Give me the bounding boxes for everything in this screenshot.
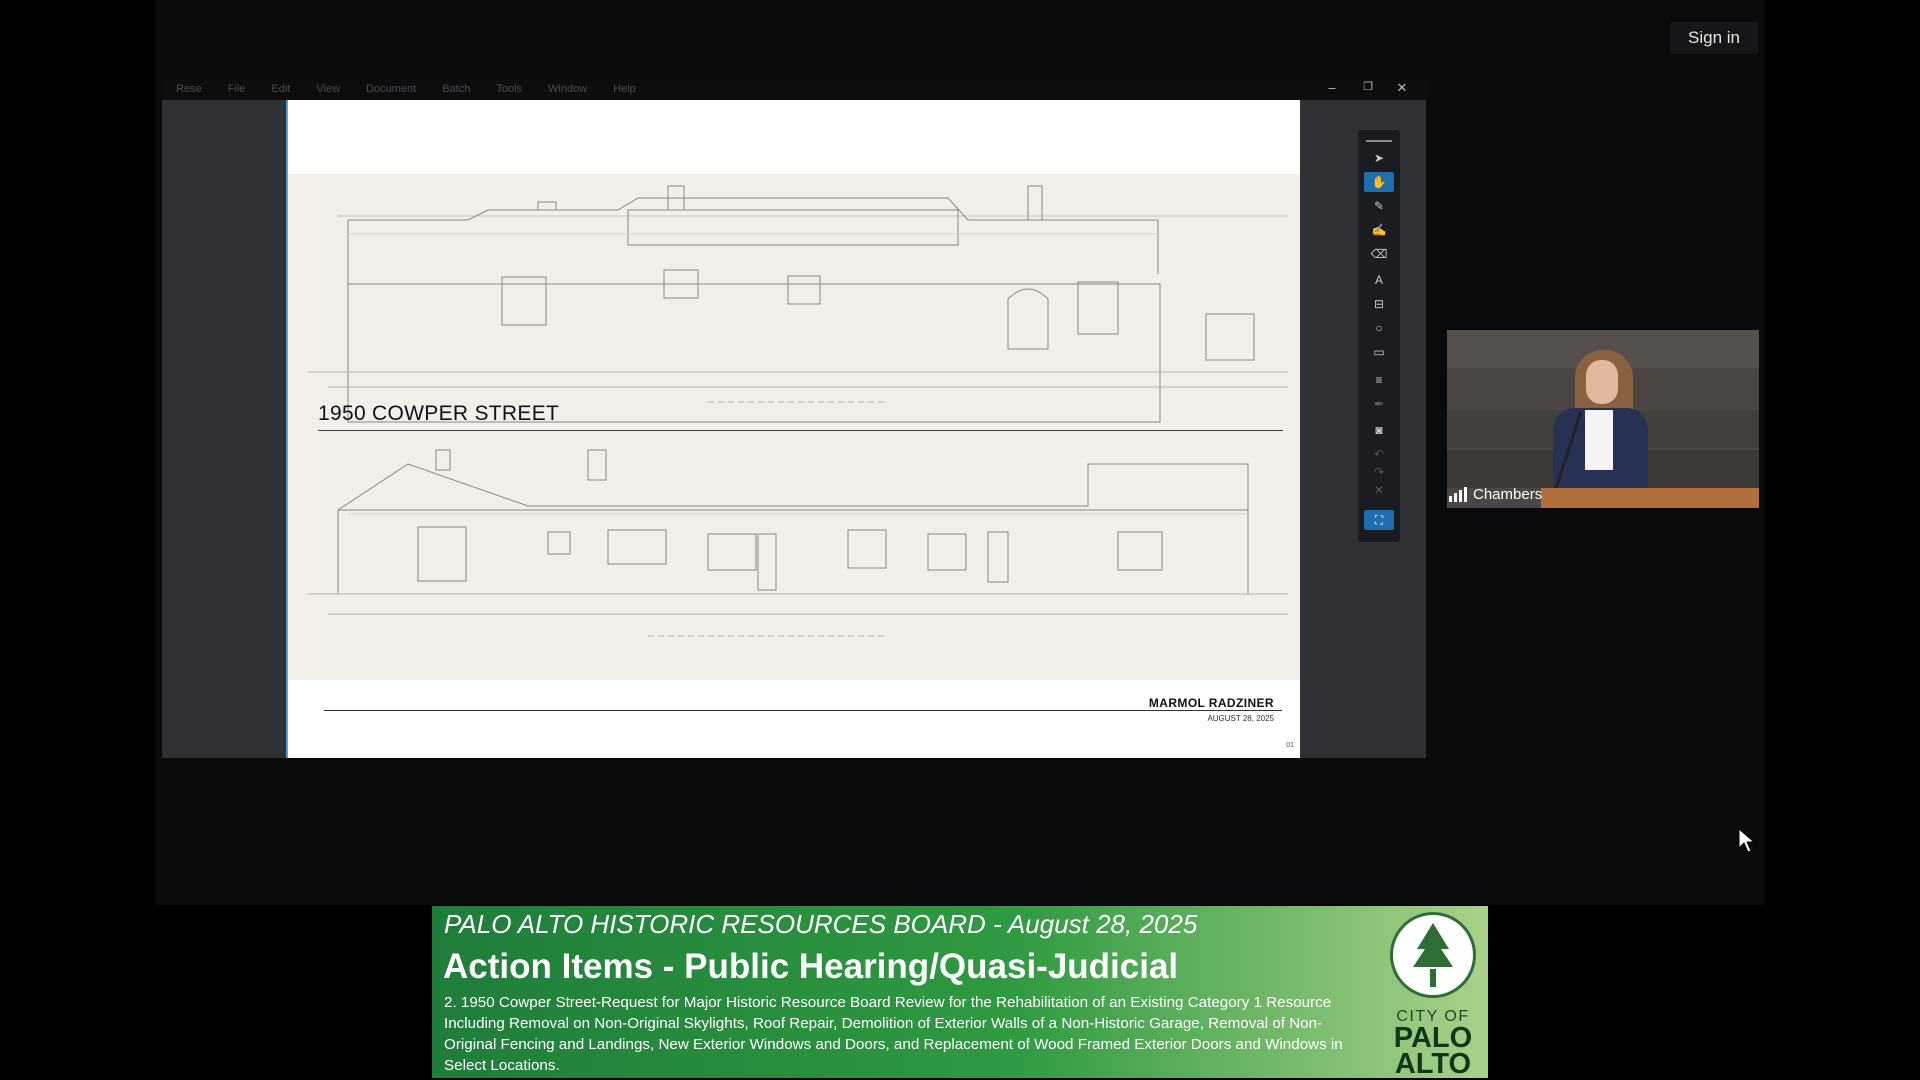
- menu-item-window[interactable]: Window: [548, 83, 587, 95]
- menu-item-document[interactable]: Document: [366, 83, 416, 95]
- stamp-icon[interactable]: ⊟: [1364, 294, 1394, 314]
- menu-item-batch[interactable]: Batch: [442, 83, 470, 95]
- hand-pan-icon[interactable]: ✋: [1364, 172, 1394, 192]
- menu-item-edit[interactable]: Edit: [271, 83, 290, 95]
- sign-in-button[interactable]: Sign in: [1670, 22, 1758, 54]
- page-number: 01: [1286, 742, 1294, 749]
- footer-divider: [324, 710, 1282, 711]
- restore-button[interactable]: ❐: [1358, 80, 1378, 93]
- document-area: 1950 COWPER STREET MARMOL RADZINER AUGUS…: [162, 100, 1426, 758]
- slide-date: AUGUST 28, 2025: [1207, 714, 1274, 723]
- menu-item-rese[interactable]: Rese: [176, 83, 202, 95]
- menu-item-file[interactable]: File: [228, 83, 246, 95]
- tree-seal-icon: [1390, 912, 1476, 998]
- annotation-toolbar: ➤ ✋ ✎ ✍ ⌫ A ⊟ ○ ▭ ≡ ✒ ◙ ↶ ↷ ✕ ⛶: [1358, 130, 1400, 542]
- podium: [1541, 488, 1759, 508]
- slide-page: 1950 COWPER STREET MARMOL RADZINER AUGUS…: [286, 100, 1300, 758]
- eraser-icon[interactable]: ⌫: [1364, 244, 1394, 264]
- highlighter-icon[interactable]: ✍: [1364, 220, 1394, 240]
- undo-icon[interactable]: ↶: [1364, 444, 1394, 464]
- slide-title: 1950 COWPER STREET: [318, 402, 560, 425]
- signature-icon[interactable]: ✒: [1364, 394, 1394, 414]
- text-box-icon[interactable]: A: [1364, 270, 1394, 290]
- minimize-button[interactable]: –: [1322, 80, 1342, 95]
- city-logo: CITY OF PALO ALTO: [1386, 910, 1480, 1079]
- firm-name: MARMOL RADZINER: [1148, 696, 1274, 710]
- clear-icon[interactable]: ✕: [1364, 480, 1394, 500]
- mouse-cursor-icon: [1738, 828, 1756, 853]
- menu-bar: Rese File Edit View Document Batch Tools…: [162, 78, 1426, 100]
- pen-icon[interactable]: ✎: [1364, 196, 1394, 216]
- pdf-viewer-window: Rese File Edit View Document Batch Tools…: [162, 78, 1426, 758]
- agenda-banner: PALO ALTO HISTORIC RESOURCES BOARD - Aug…: [432, 906, 1488, 1079]
- menu-item-view[interactable]: View: [316, 83, 340, 95]
- menu-item-tools[interactable]: Tools: [496, 83, 522, 95]
- agenda-item-description: 2. 1950 Cowper Street-Request for Major …: [444, 994, 1343, 1074]
- camera-icon[interactable]: ◙: [1364, 420, 1394, 440]
- select-arrow-icon[interactable]: ➤: [1364, 148, 1394, 168]
- video-label: Chambers: [1449, 486, 1542, 503]
- title-divider: [318, 430, 1283, 431]
- close-button[interactable]: ✕: [1392, 80, 1412, 96]
- architectural-elevation-drawing: [288, 174, 1300, 680]
- menu-item-help[interactable]: Help: [613, 83, 636, 95]
- elevation-sketch: [308, 185, 1288, 637]
- lines-icon[interactable]: ≡: [1364, 370, 1394, 390]
- video-label-text: Chambers: [1473, 486, 1543, 503]
- agenda-heading: Action Items - Public Hearing/Quasi-Judi…: [443, 947, 1179, 986]
- circle-shape-icon[interactable]: ○: [1364, 318, 1394, 338]
- signal-strength-icon: [1449, 487, 1467, 502]
- fullscreen-icon[interactable]: ⛶: [1364, 510, 1394, 530]
- toolbar-grip[interactable]: [1366, 140, 1392, 142]
- video-feed-chambers: Chambers: [1447, 330, 1759, 508]
- board-meeting-line: PALO ALTO HISTORIC RESOURCES BOARD - Aug…: [444, 909, 1198, 939]
- redo-icon[interactable]: ↷: [1364, 462, 1394, 482]
- callout-icon[interactable]: ▭: [1364, 342, 1394, 362]
